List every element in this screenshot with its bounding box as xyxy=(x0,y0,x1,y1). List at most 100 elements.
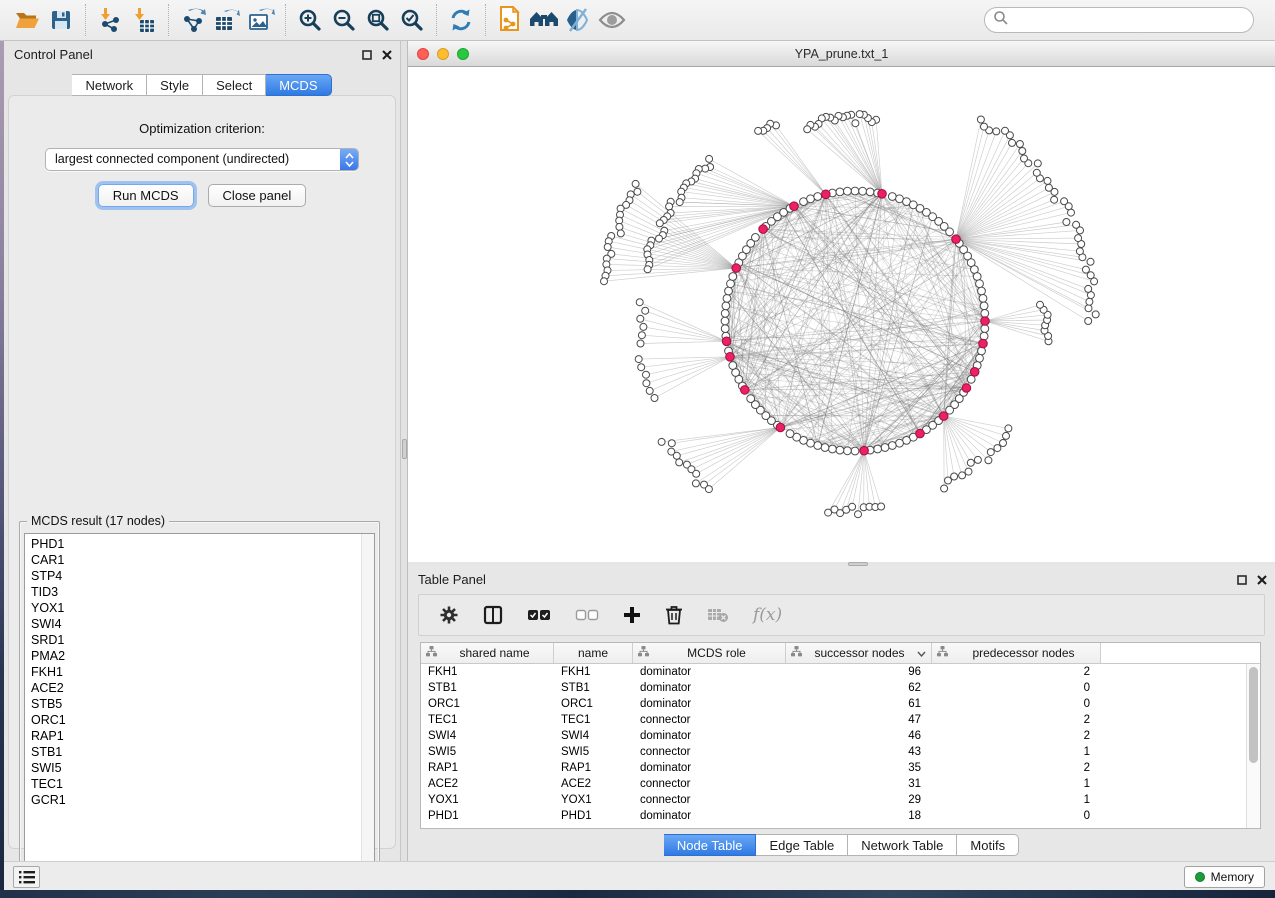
column-header-successor-nodes[interactable]: successor nodes xyxy=(786,643,932,663)
mcds-result-groupbox: MCDS result (17 nodes) PHD1CAR1STP4TID3Y… xyxy=(19,521,380,893)
table-row[interactable]: ACE2 ACE2 connector 31 1 xyxy=(421,776,1246,792)
export-table-icon[interactable] xyxy=(210,4,244,36)
toolbar-separator xyxy=(168,4,169,36)
table-row[interactable]: SWI5 SWI5 connector 43 1 xyxy=(421,744,1246,760)
mcds-result-node[interactable]: STB5 xyxy=(25,696,374,712)
mcds-result-node[interactable]: GCR1 xyxy=(25,792,374,808)
mcds-list-scrollbar[interactable] xyxy=(361,534,374,886)
table-panel-tab[interactable]: Edge Table xyxy=(756,834,848,856)
import-table-icon[interactable] xyxy=(127,4,161,36)
float-panel-icon[interactable] xyxy=(1237,572,1247,590)
table-panel-title: Table Panel xyxy=(408,572,486,587)
add-column-icon[interactable] xyxy=(623,606,641,624)
mcds-result-node[interactable]: STB1 xyxy=(25,744,374,760)
column-header-name[interactable]: name xyxy=(554,643,633,663)
export-image-icon[interactable] xyxy=(244,4,278,36)
show-hide-details-icon[interactable] xyxy=(561,4,595,36)
mcds-result-node[interactable]: ORC1 xyxy=(25,712,374,728)
control-panel-tab[interactable]: Network xyxy=(72,74,147,96)
delete-column-icon[interactable] xyxy=(665,605,683,625)
table-panel-header: Table Panel xyxy=(408,566,1275,592)
table-scrollbar[interactable] xyxy=(1246,664,1260,828)
search-icon xyxy=(993,10,1009,31)
mcds-result-node[interactable]: ACE2 xyxy=(25,680,374,696)
hierarchy-icon xyxy=(791,646,802,660)
zoom-out-icon[interactable] xyxy=(327,4,361,36)
column-header-shared-name[interactable]: shared name xyxy=(421,643,554,663)
optimization-criterion-select[interactable]: largest connected component (undirected) xyxy=(45,148,359,171)
column-header-predecessor-nodes[interactable]: predecessor nodes xyxy=(932,643,1101,663)
vertical-splitter[interactable] xyxy=(400,41,408,861)
network-view-window: YPA_prune.txt_1 xyxy=(408,41,1275,562)
toolbar-separator xyxy=(285,4,286,36)
mcds-result-node[interactable]: SRD1 xyxy=(25,632,374,648)
save-icon[interactable] xyxy=(44,4,78,36)
table-row[interactable]: YOX1 YOX1 connector 29 1 xyxy=(421,792,1246,808)
export-network-icon[interactable] xyxy=(176,4,210,36)
deselect-all-checkboxes-icon[interactable] xyxy=(575,608,599,622)
table-row[interactable]: ORC1 ORC1 dominator 61 0 xyxy=(421,696,1246,712)
table-panel-tab[interactable]: Network Table xyxy=(848,834,957,856)
splitter-grip[interactable] xyxy=(402,439,407,459)
table-panel-tab[interactable]: Motifs xyxy=(957,834,1019,856)
table-panel-tabs: Node TableEdge TableNetwork TableMotifs xyxy=(408,834,1275,856)
eye-icon[interactable] xyxy=(595,4,629,36)
open-file-icon[interactable] xyxy=(10,4,44,36)
table-panel: Table Panel f(x) xyxy=(408,566,1275,861)
search-input[interactable] xyxy=(984,7,1254,33)
close-panel-icon[interactable] xyxy=(382,47,392,65)
memory-label: Memory xyxy=(1211,870,1254,884)
mcds-result-node[interactable]: YOX1 xyxy=(25,600,374,616)
network-canvas[interactable] xyxy=(408,67,1275,562)
mcds-result-node[interactable]: SWI5 xyxy=(25,760,374,776)
control-panel-header: Control Panel xyxy=(4,41,400,67)
table-panel-tab[interactable]: Node Table xyxy=(664,834,757,856)
table-row[interactable]: SWI4 SWI4 dominator 46 2 xyxy=(421,728,1246,744)
desktop-wallpaper-edge xyxy=(0,890,1275,898)
run-mcds-button[interactable]: Run MCDS xyxy=(98,184,194,207)
table-row[interactable]: FKH1 FKH1 dominator 96 2 xyxy=(421,664,1246,680)
close-panel-icon[interactable] xyxy=(1257,572,1267,590)
mcds-result-node[interactable]: STP4 xyxy=(25,568,374,584)
desktop-wallpaper-edge xyxy=(0,41,4,890)
toolbar-separator xyxy=(85,4,86,36)
select-all-checkboxes-icon[interactable] xyxy=(527,608,551,622)
mcds-result-node[interactable]: FKH1 xyxy=(25,664,374,680)
control-panel-tab[interactable]: Style xyxy=(147,74,203,96)
table-scrollbar-thumb[interactable] xyxy=(1249,667,1258,763)
toolbar-separator xyxy=(485,4,486,36)
table-row[interactable]: RAP1 RAP1 dominator 35 2 xyxy=(421,760,1246,776)
mcds-result-node[interactable]: RAP1 xyxy=(25,728,374,744)
import-network-icon[interactable] xyxy=(93,4,127,36)
mcds-result-list[interactable]: PHD1CAR1STP4TID3YOX1SWI4SRD1PMA2FKH1ACE2… xyxy=(24,533,375,887)
dropdown-stepper-icon xyxy=(340,149,358,170)
status-bar: Memory xyxy=(4,861,1275,890)
table-row[interactable]: PHD1 PHD1 dominator 18 0 xyxy=(421,808,1246,824)
mcds-result-node[interactable]: TID3 xyxy=(25,584,374,600)
table-row[interactable]: STB1 STB1 dominator 62 0 xyxy=(421,680,1246,696)
task-history-button[interactable] xyxy=(13,866,40,888)
table-options-gear-icon[interactable] xyxy=(439,605,459,625)
zoom-in-icon[interactable] xyxy=(293,4,327,36)
column-header-mcds-role[interactable]: MCDS role xyxy=(633,643,786,663)
close-panel-button[interactable]: Close panel xyxy=(208,184,307,207)
control-panel-tab[interactable]: Select xyxy=(203,74,266,96)
mcds-result-node[interactable]: PHD1 xyxy=(25,536,374,552)
mcds-result-node[interactable]: PMA2 xyxy=(25,648,374,664)
network-from-selection-icon[interactable] xyxy=(493,4,527,36)
mcds-tab-content: Optimization criterion: largest connecte… xyxy=(8,95,396,849)
mcds-result-node[interactable]: TEC1 xyxy=(25,776,374,792)
mcds-result-node[interactable]: SWI4 xyxy=(25,616,374,632)
control-panel-tab[interactable]: MCDS xyxy=(266,74,331,96)
column-layout-icon[interactable] xyxy=(483,605,503,625)
zoom-selected-icon[interactable] xyxy=(395,4,429,36)
mcds-result-node[interactable]: CAR1 xyxy=(25,552,374,568)
zoom-fit-icon[interactable] xyxy=(361,4,395,36)
table-row[interactable]: TEC1 TEC1 connector 47 2 xyxy=(421,712,1246,728)
memory-button[interactable]: Memory xyxy=(1184,866,1265,888)
refresh-icon[interactable] xyxy=(444,4,478,36)
float-panel-icon[interactable] xyxy=(362,47,372,65)
search-network-icon[interactable] xyxy=(527,4,561,36)
network-titlebar[interactable]: YPA_prune.txt_1 xyxy=(408,41,1275,67)
delete-table-icon xyxy=(707,607,729,623)
